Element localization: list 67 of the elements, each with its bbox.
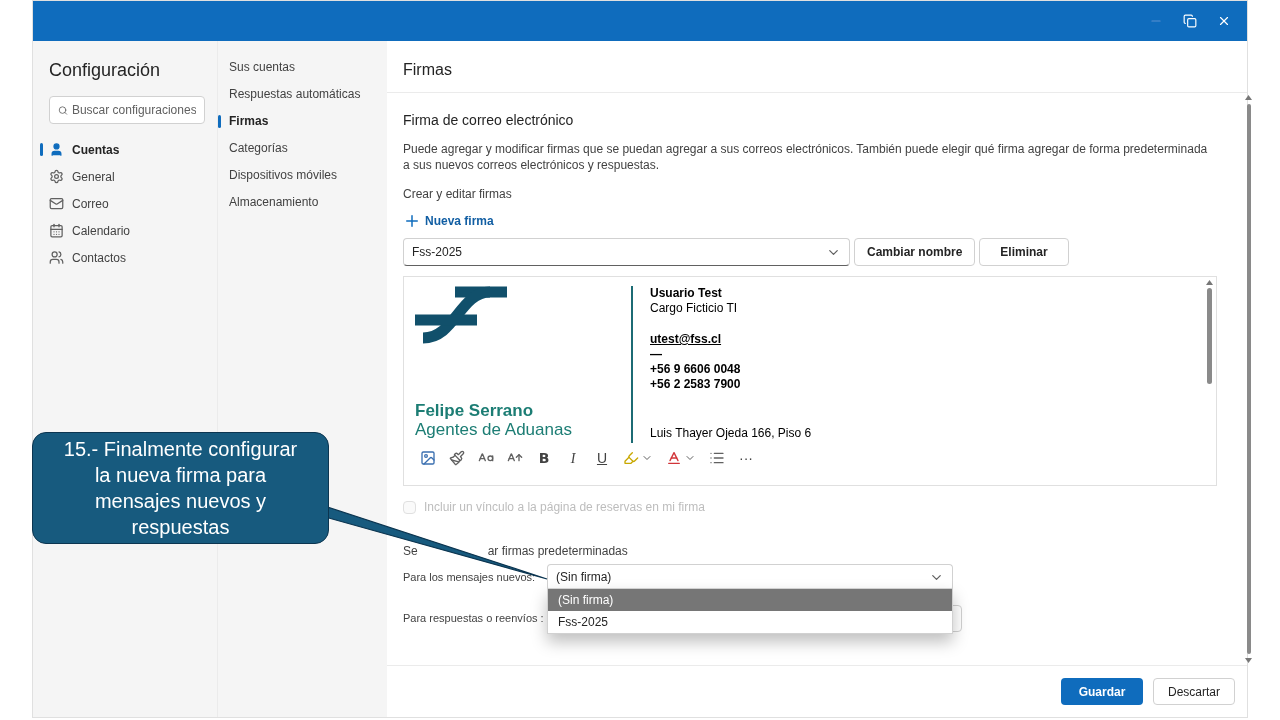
- mail-icon: [49, 196, 64, 211]
- brush-icon[interactable]: [449, 450, 465, 466]
- scrollbar-thumb[interactable]: [1206, 288, 1212, 384]
- discard-button[interactable]: Descartar: [1153, 678, 1235, 705]
- company-subtitle: Agentes de Aduanas: [415, 420, 573, 439]
- highlight-icon[interactable]: [623, 450, 639, 466]
- category-item[interactable]: Contactos: [49, 248, 127, 267]
- category-item[interactable]: General: [49, 167, 115, 186]
- selection-indicator: [40, 143, 43, 156]
- list-icon[interactable]: [709, 450, 725, 466]
- panel-title: Firmas: [387, 41, 1247, 93]
- section-label: Crear y editar firmas: [403, 186, 513, 203]
- subcategory-item[interactable]: Sus cuentas: [229, 60, 296, 75]
- rename-button[interactable]: Cambiar nombre: [854, 238, 976, 266]
- replies-label: Para respuestas o reenvíos :: [403, 611, 545, 627]
- company-name: Felipe Serrano: [415, 401, 535, 420]
- gear-icon: [49, 169, 64, 184]
- people-icon: [49, 250, 64, 265]
- signature-phone: +56 9 6606 0048: [650, 362, 742, 377]
- subcategory-item[interactable]: Almacenamiento: [229, 195, 319, 210]
- settings-title: Configuración: [49, 59, 162, 82]
- more-button[interactable]: ···: [738, 447, 754, 469]
- callout: 15.- Finalmente configurar la nueva firma para mensajes nuevos y respuestas: [32, 432, 329, 544]
- new-signature-button[interactable]: Nueva firma: [403, 212, 494, 230]
- save-button[interactable]: Guardar: [1061, 678, 1143, 705]
- italic-button[interactable]: I: [565, 447, 581, 469]
- signature-role: Cargo Ficticio TI: [650, 301, 739, 316]
- subcategory-item[interactable]: Firmas: [229, 114, 269, 129]
- person-icon: [49, 142, 64, 157]
- dropdown-option[interactable]: (Sin firma): [548, 589, 952, 611]
- scroll-up-icon[interactable]: [1245, 95, 1252, 100]
- restore-icon[interactable]: [1183, 14, 1197, 28]
- calendar-icon: [49, 223, 64, 238]
- section-title: Firma de correo electrónico: [403, 111, 575, 130]
- font-color-icon[interactable]: [666, 450, 682, 466]
- bold-button[interactable]: B: [536, 447, 552, 469]
- signature-editor[interactable]: Felipe Serrano Agentes de Aduanas Usuario Test Cargo Ficticio TI utest@fss.cl — +56 9 6606 0048 +56 2 2583 7900 Luis Thayer Ojeda 166, Piso 6 B I U ···: [403, 276, 1217, 486]
- plus-icon: [403, 212, 421, 230]
- selection-indicator: [218, 115, 221, 128]
- subcategory-item[interactable]: Respuestas automáticas: [229, 87, 361, 102]
- category-item[interactable]: Correo: [49, 194, 109, 213]
- defaults-heading: ar firmas predeterminadas: [487, 543, 628, 560]
- subcategory-item[interactable]: Dispositivos móviles: [229, 168, 338, 183]
- scroll-down-icon[interactable]: [1245, 658, 1252, 663]
- logo-icon: [415, 286, 507, 344]
- image-icon[interactable]: [420, 450, 436, 466]
- close-icon[interactable]: [1217, 14, 1231, 28]
- subcategory-item[interactable]: Categorías: [229, 141, 288, 156]
- search-field[interactable]: Buscar configuraciones: [49, 96, 205, 124]
- signature-name: Usuario Test: [650, 286, 723, 301]
- description-text: Puede agregar y modificar firmas que se puedan agregar a sus correos electrónicos. También puede elegir qué firma agregar de forma predeterminada a sus nuevos correos electrónicos y respuestas.: [403, 141, 1209, 173]
- booking-checkbox-label: Incluir un vínculo a la página de reservas en mi firma: [424, 499, 705, 516]
- delete-button[interactable]: Eliminar: [979, 238, 1069, 266]
- dropdown-option[interactable]: Fss-2025: [548, 611, 952, 633]
- search-icon: [58, 104, 68, 116]
- signature-address: Luis Thayer Ojeda 166, Piso 6: [650, 426, 812, 441]
- defaults-heading: Se: [403, 543, 418, 560]
- new-messages-label: Para los mensajes nuevos:: [403, 570, 537, 586]
- signature-select[interactable]: Fss-2025: [403, 238, 850, 266]
- signature-phone: +56 2 2583 7900: [650, 377, 742, 392]
- category-item[interactable]: Cuentas: [49, 140, 120, 159]
- scrollbar-thumb[interactable]: [1246, 104, 1251, 654]
- underline-button[interactable]: U: [594, 447, 610, 469]
- category-item[interactable]: Calendario: [49, 221, 131, 240]
- scroll-up-icon[interactable]: [1205, 280, 1213, 285]
- signature-dash: —: [650, 347, 663, 362]
- signature-email[interactable]: utest@fss.cl: [650, 332, 812, 347]
